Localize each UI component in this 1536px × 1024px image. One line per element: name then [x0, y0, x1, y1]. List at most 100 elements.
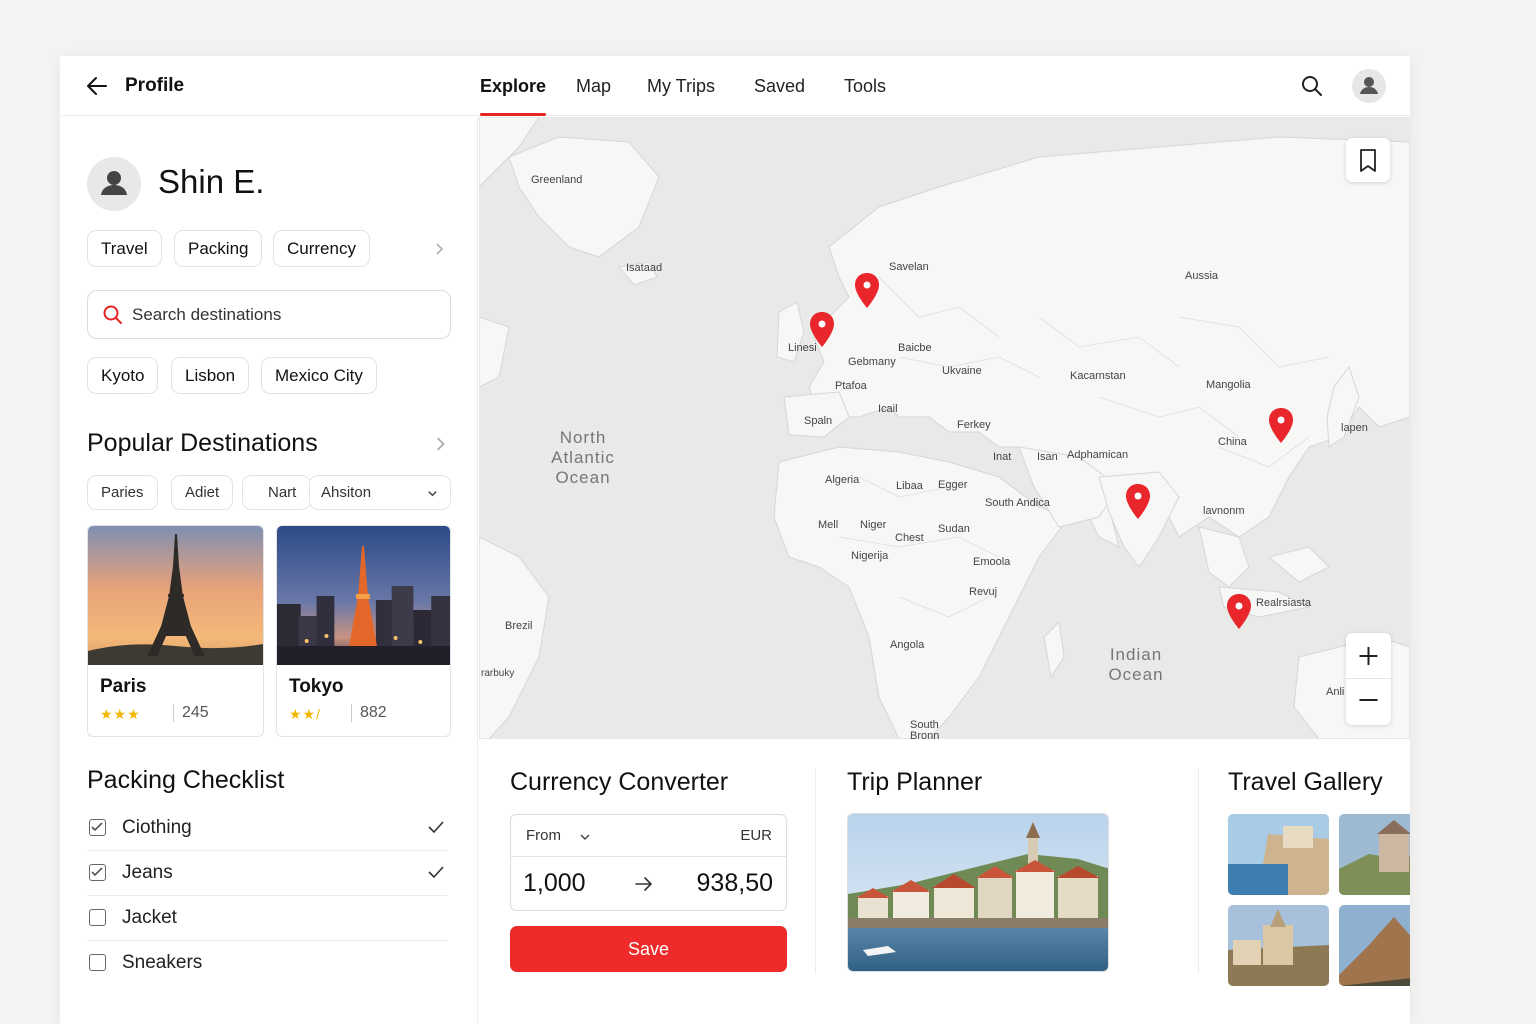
destination-card-paris[interactable]: Paris ★★★ 245 [87, 525, 264, 737]
map-label: Sudan [938, 523, 970, 535]
destination-card-tokyo[interactable]: Tokyo ★★/ 882 [276, 525, 451, 737]
map-label: Anli [1326, 686, 1345, 698]
map-label: Ptafoa [835, 380, 867, 392]
coastal-town-photo [848, 814, 1108, 971]
user-icon [101, 171, 127, 195]
map-label: Icail [878, 403, 898, 415]
checkbox-check-icon [91, 822, 103, 832]
left-panel: Shin E. Travel Packing Currency Search d… [60, 117, 478, 1024]
zoom-out-button[interactable] [1346, 679, 1391, 725]
ocean-label: Indian Ocean [1108, 645, 1164, 684]
zoom-in-button[interactable] [1346, 633, 1391, 679]
gallery-photo [1339, 905, 1410, 986]
checkbox[interactable] [89, 819, 106, 836]
filter-adiet[interactable]: Adiet [171, 475, 234, 510]
chip-travel[interactable]: Travel [87, 230, 162, 267]
search-icon[interactable] [1300, 74, 1324, 98]
tab-my-trips[interactable]: My Trips [647, 76, 715, 97]
map-label: South Andica [985, 497, 1050, 509]
bottom-widgets: Currency Converter From EUR 1,000 938,50… [479, 739, 1410, 1024]
map-label: Mell [818, 519, 839, 531]
currency-converter-box: From EUR 1,000 938,50 [510, 814, 787, 911]
chip-mexico-city[interactable]: Mexico City [261, 357, 377, 394]
checklist-item[interactable]: Sneakers [87, 941, 447, 986]
chip-currency[interactable]: Currency [273, 230, 370, 267]
map-label: Spaln [804, 415, 833, 427]
checkmark-icon [428, 866, 444, 879]
map-label: Emoola [973, 556, 1011, 568]
packing-checklist-heading: Packing Checklist [87, 766, 285, 794]
page-title: Profile [125, 75, 185, 96]
checkbox[interactable] [89, 864, 106, 881]
checklist-item[interactable]: Jacket [87, 896, 447, 941]
map-label: South Bronn [910, 719, 940, 740]
trip-planner-heading: Trip Planner [847, 768, 983, 796]
map-label: Adphamican [1067, 449, 1129, 461]
profile-name: Shin E. [158, 163, 265, 200]
checklist-label: Jeans [122, 862, 173, 883]
chip-kyoto[interactable]: Kyoto [87, 357, 159, 394]
checkbox-check-icon [91, 867, 103, 877]
search-placeholder: Search destinations [132, 305, 282, 324]
amount-to-value: 938,50 [696, 869, 773, 897]
bookmark-button[interactable] [1346, 138, 1390, 182]
search-destinations-input[interactable]: Search destinations [87, 290, 451, 339]
tab-explore[interactable]: Explore [480, 76, 546, 97]
back-arrow-icon[interactable] [84, 74, 110, 98]
divider [815, 769, 816, 974]
filter-paries[interactable]: Paries [87, 475, 158, 510]
map-label: Ferkey [957, 419, 991, 431]
gallery-thumbnail[interactable] [1339, 905, 1410, 986]
user-icon [1360, 77, 1378, 94]
gallery-thumbnail[interactable] [1228, 905, 1329, 986]
map-pin-icon[interactable] [1225, 593, 1253, 631]
bookmark-icon [1360, 149, 1376, 172]
gallery-photo [1228, 905, 1329, 986]
map-pin-icon[interactable] [1124, 483, 1152, 521]
map-label: Kacarnstan [1070, 370, 1126, 382]
map-pin-icon[interactable] [808, 311, 836, 349]
chip-packing[interactable]: Packing [174, 230, 263, 267]
map-pin-icon[interactable] [853, 272, 881, 310]
map-label: Algeria [825, 474, 860, 486]
review-count: 882 [351, 704, 387, 722]
amount-from-field[interactable]: 1,000 [523, 869, 586, 898]
chip-lisbon[interactable]: Lisbon [171, 357, 250, 394]
user-avatar-button[interactable] [1352, 69, 1386, 103]
filter-nart[interactable]: Nart [242, 475, 312, 510]
gallery-thumbnail[interactable] [1228, 814, 1329, 895]
chevron-down-icon [428, 491, 437, 497]
map-label: Angola [890, 639, 925, 651]
map-label: China [1218, 436, 1247, 448]
currency-selector-row[interactable]: From EUR [511, 815, 786, 857]
ocean-label: North Atlantic Ocean [551, 428, 615, 487]
popular-destinations-heading: Popular Destinations [87, 429, 318, 457]
tab-map[interactable]: Map [576, 76, 611, 97]
search-icon [103, 305, 122, 324]
map-pin-icon[interactable] [1267, 407, 1295, 445]
gallery-photo [1339, 814, 1410, 895]
checklist-item[interactable]: Jeans [87, 851, 447, 896]
map-label: Nigerija [851, 550, 889, 562]
tab-saved[interactable]: Saved [754, 76, 805, 97]
filter-ahsiton-dropdown[interactable]: Ahsiton [309, 475, 451, 510]
checklist-item[interactable]: Ciothing [87, 806, 447, 851]
review-count: 245 [173, 704, 209, 722]
rating-stars-icon: ★★★ [100, 706, 141, 722]
chevron-right-icon[interactable] [433, 243, 445, 255]
world-map[interactable]: Greenland Isataad Savelan Aussia Linesi … [479, 117, 1410, 739]
gallery-thumbnail[interactable] [1339, 814, 1410, 895]
tab-tools[interactable]: Tools [844, 76, 886, 97]
map-label: Ukvaine [942, 365, 982, 377]
checkbox[interactable] [89, 909, 106, 926]
save-button[interactable]: Save [510, 926, 787, 972]
trip-planner-photo[interactable] [847, 813, 1109, 972]
plus-icon [1359, 647, 1378, 665]
checklist-label: Jacket [122, 907, 177, 928]
map-label: lavnonm [1203, 505, 1245, 517]
map-label: Realrsiasta [1256, 597, 1312, 609]
profile-avatar [87, 157, 141, 211]
checkbox[interactable] [89, 954, 106, 971]
chevron-right-icon[interactable] [433, 437, 447, 451]
checkmark-icon [428, 821, 444, 834]
